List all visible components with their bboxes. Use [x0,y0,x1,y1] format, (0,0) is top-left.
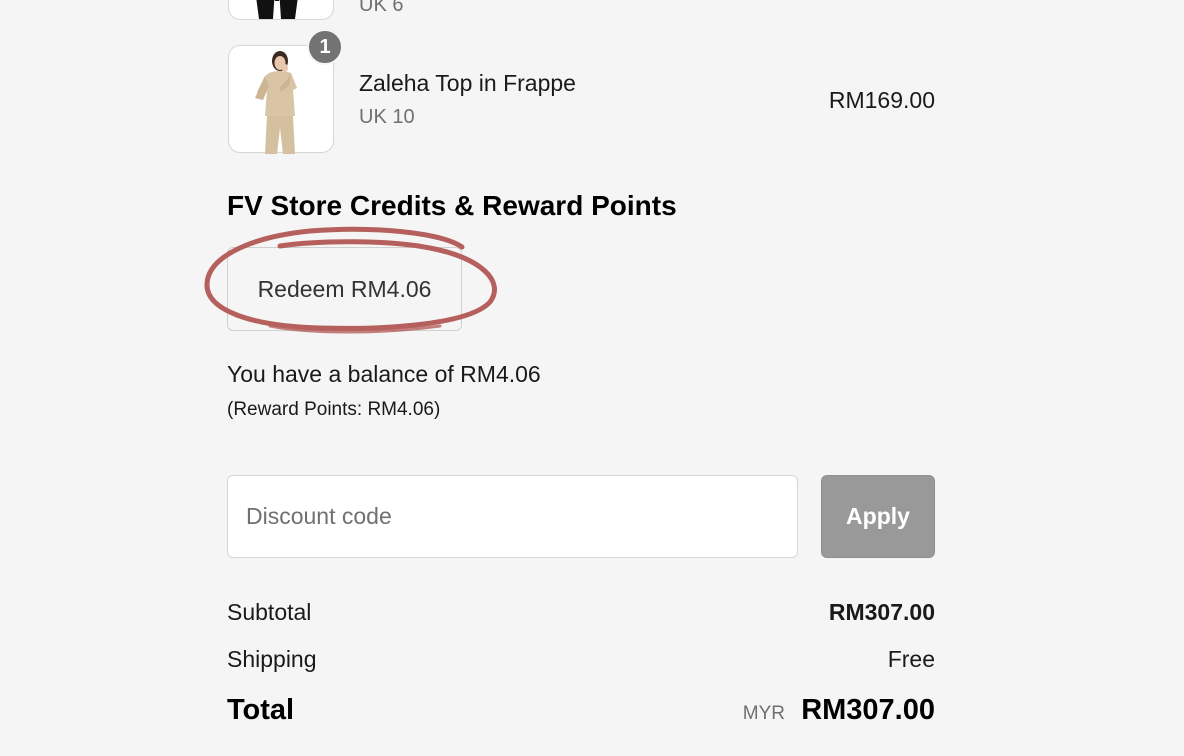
credit-balance-text: You have a balance of RM4.06 [227,361,541,387]
total-value: RM307.00 [801,694,935,726]
line-item-variant: UK 10 [359,106,415,128]
store-credits-heading: FV Store Credits & Reward Points [227,190,677,221]
product-thumbnail-prev [228,0,334,20]
reward-points-text: (Reward Points: RM4.06) [227,399,441,420]
black-trousers-image [256,0,298,19]
total-label: Total [227,694,295,726]
line-item-price: RM169.00 [828,87,935,113]
total-currency: MYR [742,703,785,724]
product-thumbnail: 1 [228,29,343,154]
subtotal-value: RM307.00 [828,599,935,625]
redeem-credits-button[interactable]: Redeem RM4.06 [227,247,462,331]
line-item-name: Zaleha Top in Frappe [359,70,576,96]
apply-discount-button[interactable]: Apply [821,475,935,558]
quantity-badge: 1 [307,29,343,65]
line-item-variant-prev: UK 6 [359,0,404,16]
order-summary-page: UK 6 1 Zaleha Top in Frappe UK 10 RM169.… [0,0,1184,756]
shipping-label: Shipping [227,646,317,672]
shipping-value: Free [887,646,935,672]
discount-code-input[interactable] [227,475,798,558]
subtotal-label: Subtotal [227,599,312,625]
